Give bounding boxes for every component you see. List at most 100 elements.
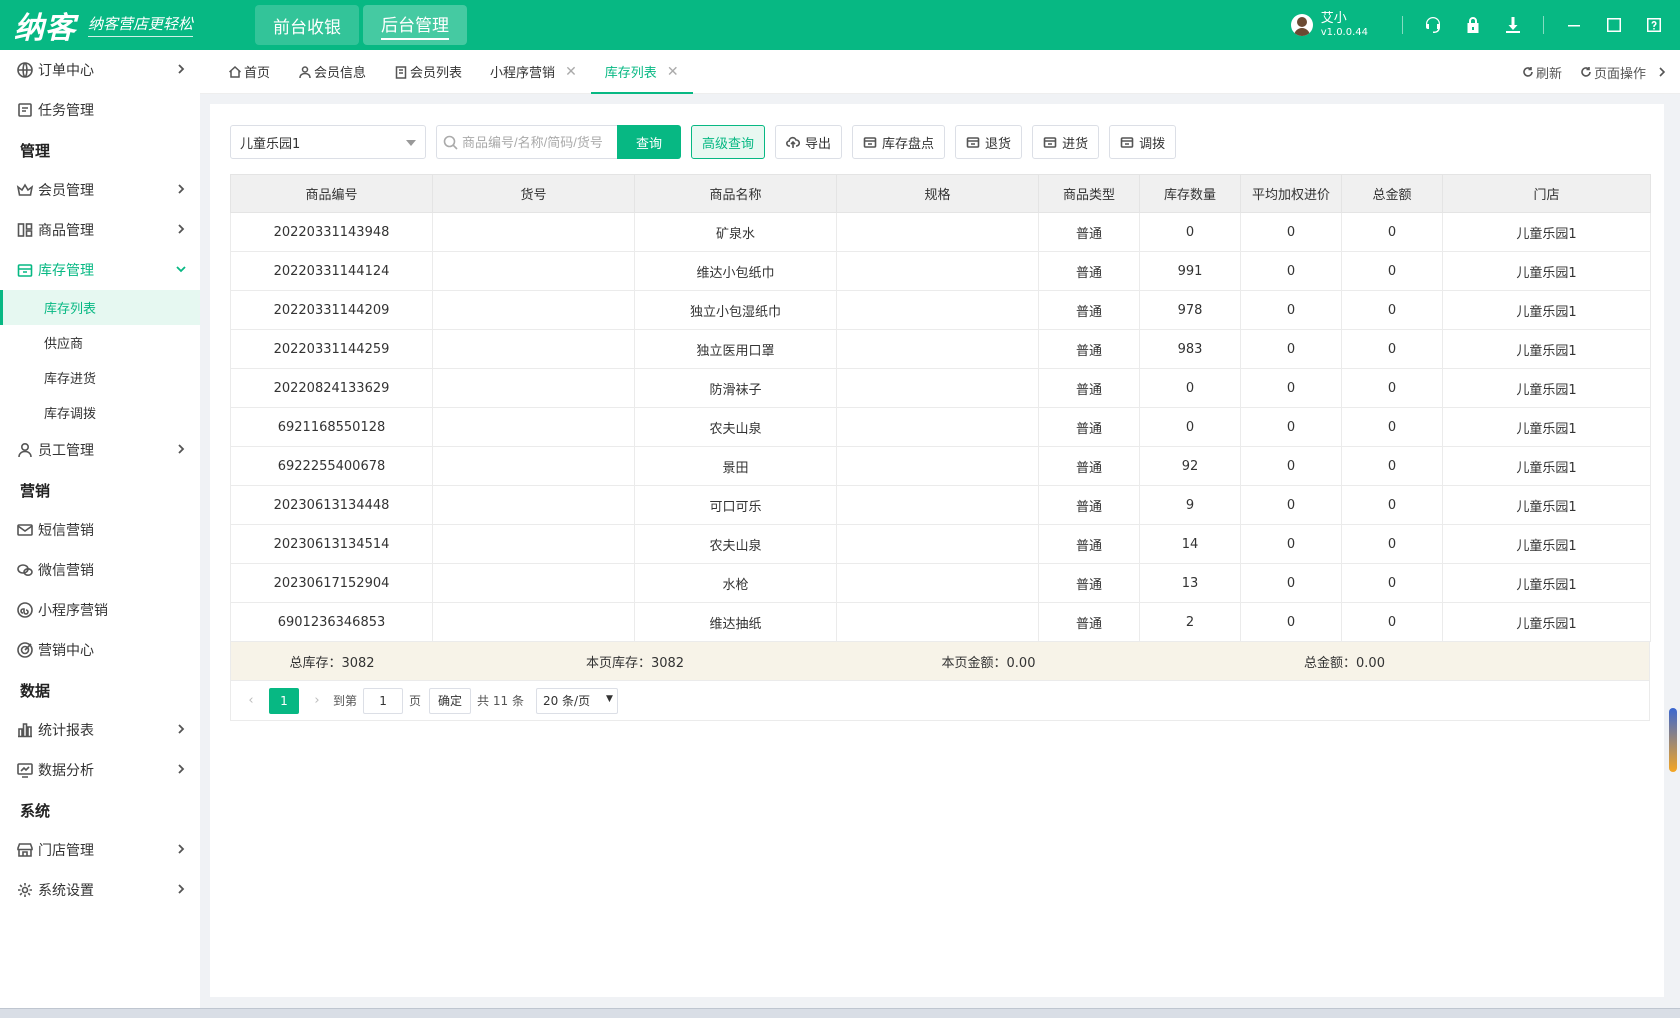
table-cell: 0 (1139, 407, 1241, 447)
export-button[interactable]: 导出 (775, 125, 843, 159)
box-icon (966, 137, 980, 148)
table-row[interactable]: 6922255400678 景田 普通 92 0 0 儿童乐园1 (230, 446, 1651, 486)
sidebar-item-task-management[interactable]: 任务管理 (0, 90, 200, 130)
tab-home[interactable]: 首页 (214, 50, 284, 94)
sidebar-item-store-management[interactable]: 门店管理 (0, 830, 200, 870)
transfer-button[interactable]: 调拨 (1109, 125, 1177, 159)
store-select[interactable]: 儿童乐园1 (230, 125, 426, 159)
tab-member-list[interactable]: 会员列表 (380, 50, 476, 94)
download-icon[interactable] (1497, 9, 1529, 41)
page-size-select[interactable]: 20 条/页 (535, 687, 618, 714)
tab-inventory-list[interactable]: 库存列表 ✕ (590, 50, 693, 94)
chevron-right-icon[interactable] (1656, 66, 1670, 78)
close-icon[interactable]: ✕ (667, 64, 679, 80)
prev-page-icon[interactable]: ‹ (241, 693, 261, 708)
support-icon[interactable] (1417, 9, 1449, 41)
table-cell: 0 (1240, 212, 1342, 252)
refresh-button[interactable]: 刷新 (1522, 63, 1562, 82)
goto-confirm-button[interactable]: 确定 (429, 687, 472, 714)
sidebar-item-product-management[interactable]: 商品管理 (0, 210, 200, 250)
sidebar-item-marketing-center[interactable]: 营销中心 (0, 630, 200, 670)
table-cell: 0 (1341, 407, 1443, 447)
table-row[interactable]: 20220331144259 独立医用口罩 普通 983 0 0 儿童乐园1 (230, 329, 1651, 369)
sidebar-item-label: 系统设置 (38, 883, 94, 899)
mail-icon (16, 521, 34, 539)
tabs-actions: 刷新 页面操作 (1504, 50, 1670, 94)
sidebar-item-wechat-marketing[interactable]: 微信营销 (0, 550, 200, 590)
search-input[interactable] (462, 134, 617, 150)
table-cell: 20220331144209 (230, 290, 433, 330)
table-cell (432, 368, 635, 408)
sidebar-item-data-analysis[interactable]: 数据分析 (0, 750, 200, 790)
tab-member-info[interactable]: 会员信息 (284, 50, 380, 94)
refresh-icon (1581, 67, 1591, 77)
table-cell (836, 485, 1039, 525)
purchase-button[interactable]: 进货 (1032, 125, 1100, 159)
advanced-query-button[interactable]: 高级查询 (691, 125, 766, 159)
table-cell: 普通 (1038, 212, 1140, 252)
table-row[interactable]: 20220331144124 维达小包纸巾 普通 991 0 0 儿童乐园1 (230, 251, 1651, 291)
table-row[interactable]: 20230613134448 可口可乐 普通 9 0 0 儿童乐园1 (230, 485, 1651, 525)
table-row[interactable]: 20230617152904 水枪 普通 13 0 0 儿童乐园1 (230, 563, 1651, 603)
sidebar-item-order-center[interactable]: 订单中心 (0, 50, 200, 90)
table-cell: 儿童乐园1 (1442, 290, 1651, 330)
sidebar-sub-inventory-purchase[interactable]: 库存进货 (0, 360, 200, 395)
table-cell: 0 (1139, 368, 1241, 408)
close-icon[interactable]: ✕ (565, 64, 577, 80)
table-cell (432, 524, 635, 564)
column-header: 库存数量 (1139, 174, 1241, 213)
sidebar-item-miniprogram-marketing[interactable]: 小程序营销 (0, 590, 200, 630)
nav-backend-admin[interactable]: 后台管理 (363, 5, 467, 45)
lock-icon[interactable] (1457, 9, 1489, 41)
table-cell: 可口可乐 (634, 485, 837, 525)
stocktake-button[interactable]: 库存盘点 (852, 125, 946, 159)
table-row[interactable]: 20220331144209 独立小包湿纸巾 普通 978 0 0 儿童乐园1 (230, 290, 1651, 330)
divider (1402, 16, 1403, 34)
top-nav: 前台收银 后台管理 (255, 5, 471, 45)
help-icon[interactable] (1638, 9, 1670, 41)
maximize-icon[interactable] (1598, 9, 1630, 41)
sidebar-sub-inventory-transfer[interactable]: 库存调拨 (0, 395, 200, 430)
sidebar-sub-supplier[interactable]: 供应商 (0, 325, 200, 360)
tabs-bar: 首页 会员信息 会员列表 小程序营销 ✕ 库存列表 ✕ 刷新 页面操作 (200, 50, 1680, 94)
table-cell: 矿泉水 (634, 212, 837, 252)
table-cell: 20220331144259 (230, 329, 433, 369)
table-cell: 普通 (1038, 524, 1140, 564)
table-row[interactable]: 20220331143948 矿泉水 普通 0 0 0 儿童乐园1 (230, 212, 1651, 252)
page-number-input[interactable]: 1 (363, 687, 404, 714)
sidebar-item-sms-marketing[interactable]: 短信营销 (0, 510, 200, 550)
sidebar-item-inventory-management[interactable]: 库存管理 (0, 250, 200, 290)
scroll-indicator[interactable] (1669, 708, 1677, 772)
table-cell: 儿童乐园1 (1442, 368, 1651, 408)
page-operations-button[interactable]: 页面操作 (1580, 63, 1646, 82)
target-icon (16, 641, 34, 659)
table-row[interactable]: 6921168550128 农夫山泉 普通 0 0 0 儿童乐园1 (230, 407, 1651, 447)
page-1-button[interactable]: 1 (269, 687, 299, 714)
table-row[interactable]: 20230613134514 农夫山泉 普通 14 0 0 儿童乐园1 (230, 524, 1651, 564)
sidebar-item-statistics-report[interactable]: 统计报表 (0, 710, 200, 750)
table-cell: 0 (1240, 485, 1342, 525)
tab-label: 首页 (244, 66, 271, 81)
tab-label: 会员列表 (410, 66, 463, 81)
user-info[interactable]: 艾小 v1.0.0.44 (1290, 12, 1368, 38)
search-box[interactable] (436, 125, 617, 159)
table-cell (432, 563, 635, 603)
next-page-icon[interactable]: › (307, 693, 327, 708)
sidebar-item-staff-management[interactable]: 员工管理 (0, 430, 200, 470)
table-row[interactable]: 6901236346853 维达抽纸 普通 2 0 0 儿童乐园1 (230, 602, 1651, 642)
sidebar-sub-inventory-list[interactable]: 库存列表 (0, 290, 200, 325)
total-count: 共 11 条 (477, 694, 524, 708)
table-cell: 0 (1240, 407, 1342, 447)
query-button[interactable]: 查询 (617, 125, 681, 159)
tab-miniprogram-marketing[interactable]: 小程序营销 ✕ (476, 50, 591, 94)
minimize-icon[interactable] (1558, 9, 1590, 41)
table-cell (432, 251, 635, 291)
sidebar-item-member-management[interactable]: 会员管理 (0, 170, 200, 210)
table-row[interactable]: 20220824133629 防滑袜子 普通 0 0 0 儿童乐园1 (230, 368, 1651, 408)
return-button[interactable]: 退货 (955, 125, 1023, 159)
sidebar-item-system-settings[interactable]: 系统设置 (0, 870, 200, 910)
table-cell (836, 524, 1039, 564)
table-cell: 农夫山泉 (634, 524, 837, 564)
nav-front-cashier[interactable]: 前台收银 (255, 5, 359, 45)
miniprogram-icon (16, 601, 34, 619)
